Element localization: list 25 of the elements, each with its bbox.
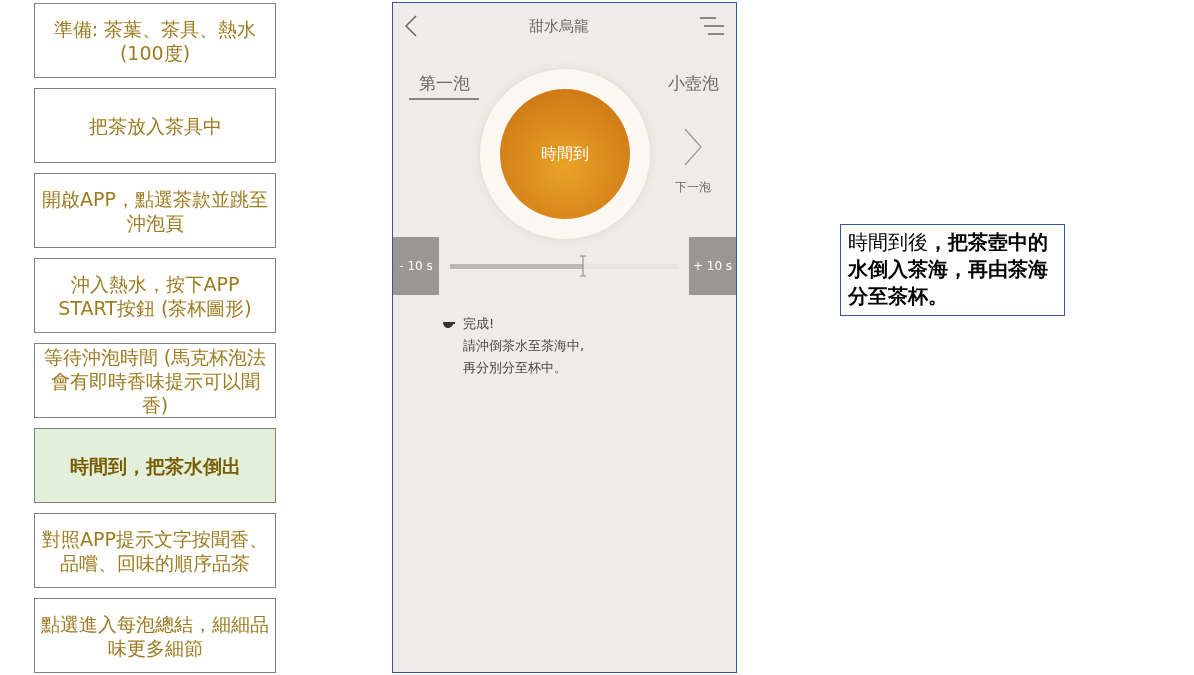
step-text: 時間到，把茶水倒出 — [69, 453, 241, 478]
cup-label: 時間到 — [540, 143, 589, 165]
plus-button[interactable]: + 10 s — [689, 237, 736, 295]
back-icon[interactable] — [405, 15, 417, 37]
screen-title: 甜水烏龍 — [528, 15, 589, 37]
step-text: 等待沖泡時間 (馬克杯泡法會有即時香味提示可以聞香) — [42, 344, 268, 417]
step-text: 點選進入每泡總結，細細品味更多細節 — [41, 611, 269, 660]
timer-marker-icon — [580, 254, 587, 277]
chevron-right-icon[interactable] — [684, 127, 702, 166]
teacup-icon — [443, 320, 455, 328]
step-text: 把茶放入茶具中 — [88, 113, 222, 138]
callout-text: 時間到後，把茶壺中的水倒入茶海，再由茶海分至茶杯。 — [848, 230, 1048, 308]
message-line: 完成! — [463, 315, 496, 333]
step-text: 準備: 茶葉、茶具、熱水 (100度) — [52, 16, 258, 65]
tab[interactable]: 小壺泡 — [667, 71, 719, 100]
menu-icon[interactable] — [700, 16, 724, 36]
step-text: 對照APP提示文字按聞香、品嚐、回味的順序品茶 — [41, 526, 269, 575]
step-text: 開啟APP，點選茶款並跳至沖泡頁 — [41, 186, 269, 235]
message-line: 再分別分至杯中。 — [463, 359, 568, 377]
minus-button[interactable]: - 10 s — [393, 237, 439, 295]
tea-cup-photo[interactable]: 時間到 — [479, 69, 650, 239]
step-text: 沖入熱水，按下APP START按鈕 (茶杯圖形) — [57, 271, 253, 320]
tab[interactable]: 第一泡 — [409, 71, 479, 100]
next-label: 下一泡 — [675, 178, 711, 196]
message-line: 請沖倒茶水至茶海中, — [463, 337, 585, 355]
